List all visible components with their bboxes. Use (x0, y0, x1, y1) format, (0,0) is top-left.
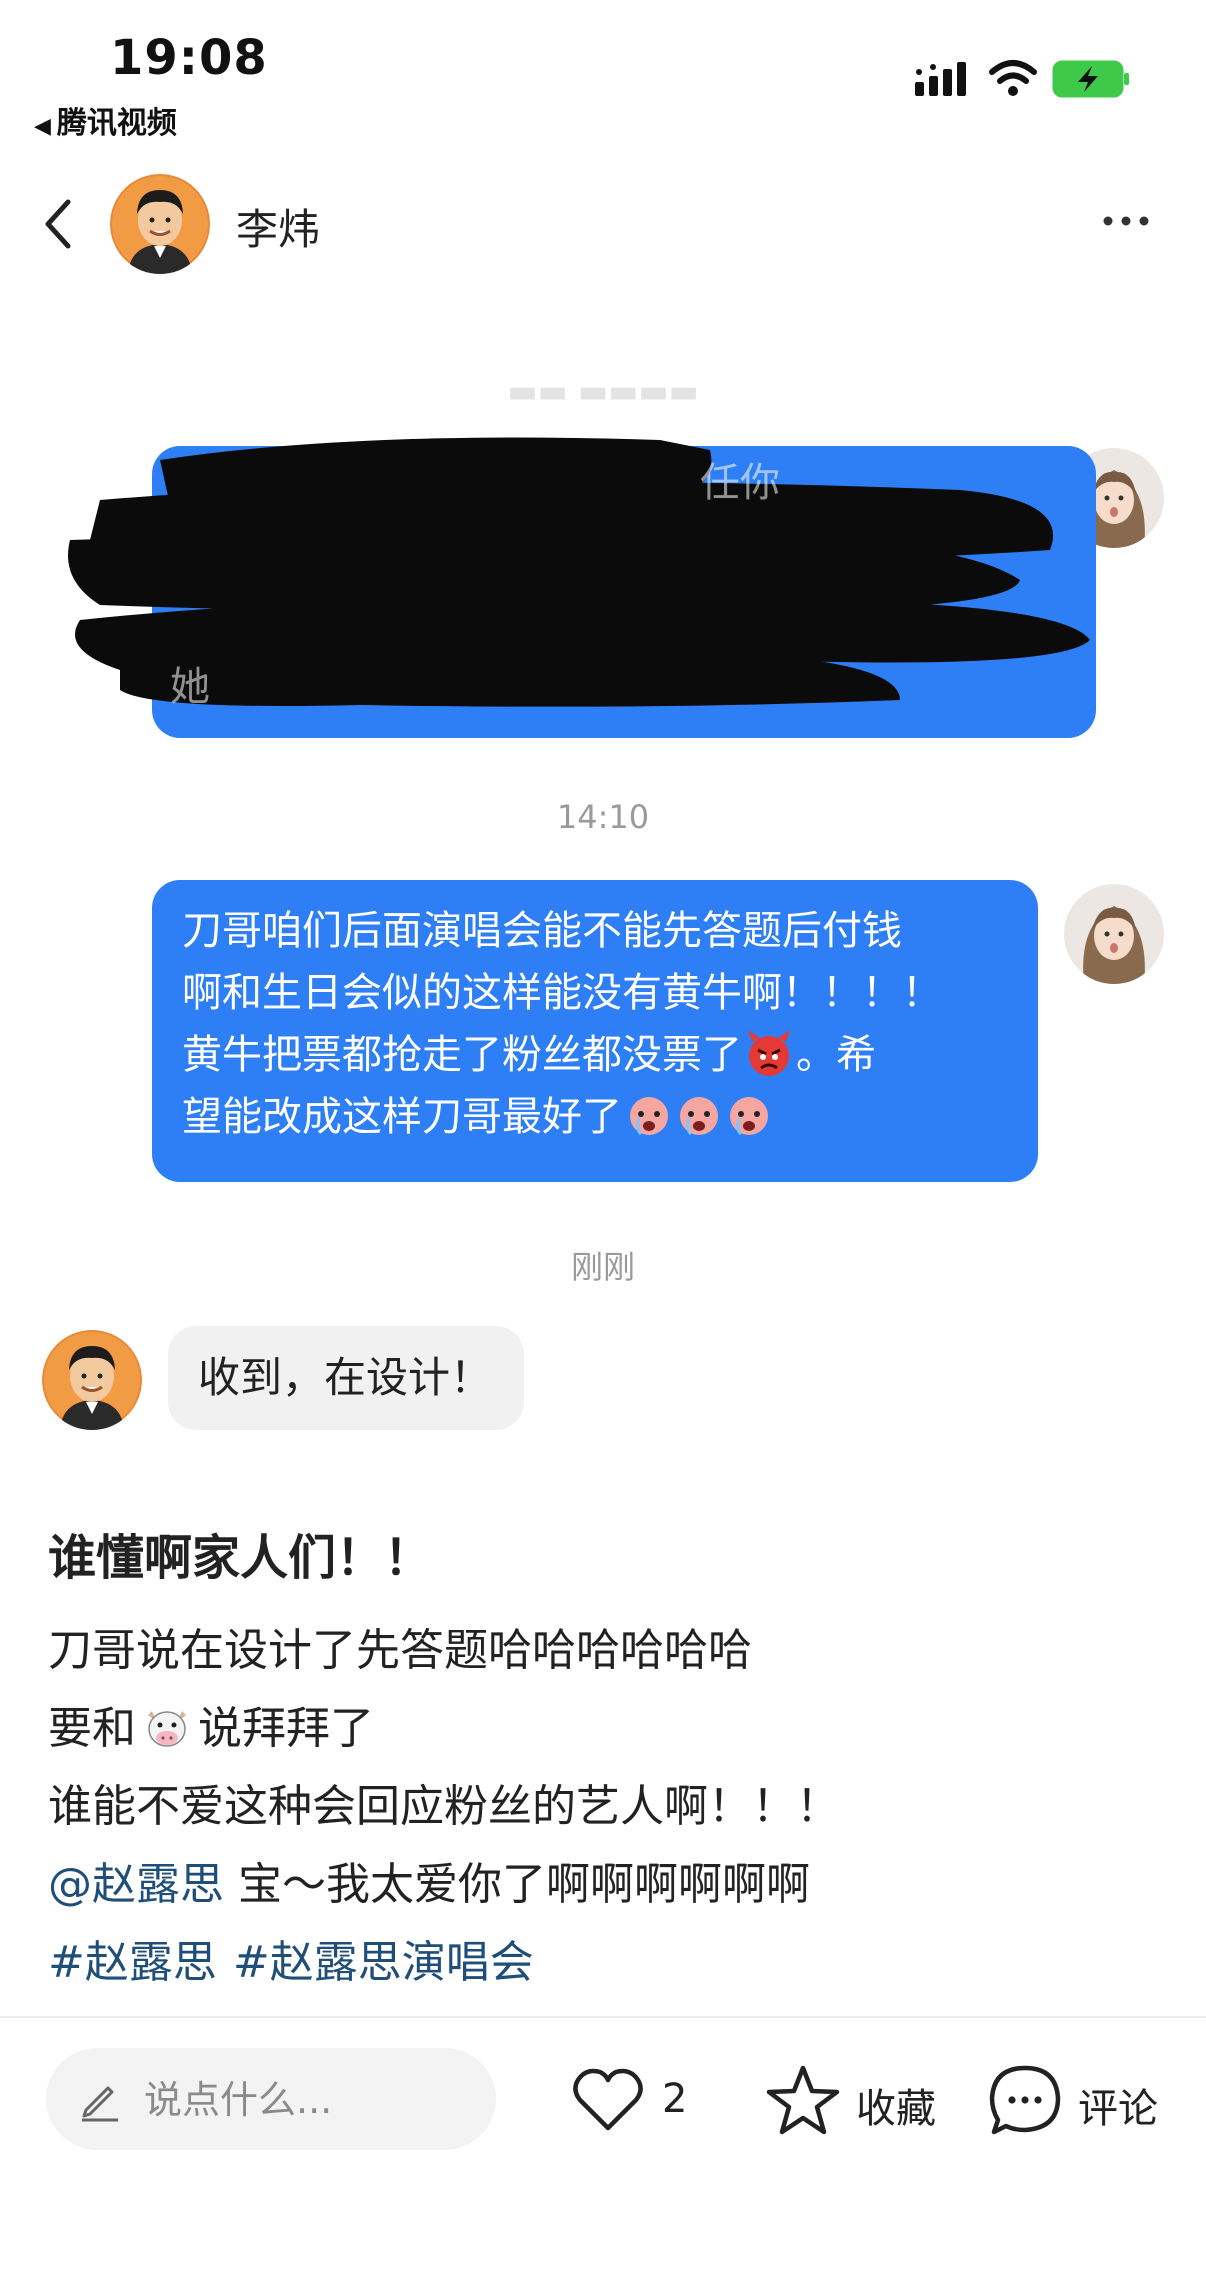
back-app-label: 腾讯视频 (56, 106, 177, 141)
message-line-text: 望能改成这样刀哥最好了 (182, 1094, 622, 1140)
contact-avatar[interactable] (42, 1330, 142, 1430)
mention-link[interactable]: @赵露思 (48, 1859, 224, 1910)
comment-input[interactable] (142, 2070, 476, 2130)
battery-charging-icon (1052, 60, 1129, 98)
message-line-tail: 。希 (796, 1032, 876, 1078)
signal-icon (915, 62, 966, 96)
crying-emoji (730, 1097, 768, 1136)
post-line-2-suffix: 说拜拜了 (198, 1703, 374, 1754)
contact-avatar[interactable] (110, 174, 210, 274)
status-time: 19:08 (110, 30, 268, 86)
back-to-app-link[interactable]: ◀ 腾讯视频 (34, 98, 177, 142)
post-line-4-rest: 宝～我太爱你了啊啊啊啊啊啊 (224, 1859, 810, 1910)
hashtag-link[interactable]: #赵露思 (48, 1937, 217, 1988)
message-line: 刀哥咱们后面演唱会能不能先答题后付钱 (182, 908, 902, 954)
cartoon-man-avatar-icon (110, 174, 210, 274)
chat-header: 李炜 (0, 170, 1206, 280)
contact-name: 李炜 (236, 205, 321, 254)
like-count: 2 (662, 2076, 688, 2122)
heart-icon (573, 2068, 643, 2131)
star-icon (766, 2065, 840, 2135)
post-line-2-prefix: 要和 (48, 1703, 136, 1754)
like-button[interactable]: 2 (570, 2058, 690, 2142)
post-title: 谁懂啊家人们！！ (48, 1530, 433, 1586)
cow-emoji (148, 1711, 186, 1747)
status-bar: 19:08 ◀ 腾讯视频 (0, 0, 1206, 150)
pencil-icon (82, 2086, 118, 2122)
redacted-fragment-1: 任你 (700, 460, 780, 506)
angry-devil-emoji (748, 1030, 790, 1076)
girl-avatar-icon (1064, 884, 1164, 984)
favorite-label: 收藏 (856, 2086, 936, 2132)
redacted-fragment-2: 她 (170, 664, 210, 710)
timestamp: 刚刚 (570, 1248, 635, 1286)
comment-label: 评论 (1078, 2086, 1158, 2132)
hashtag-row: #赵露思 #赵露思演唱会 (48, 1926, 550, 1990)
back-triangle-icon: ◀ (34, 114, 51, 139)
timestamp: 14:10 (556, 798, 650, 836)
sent-message-bubble[interactable]: 刀哥咱们后面演唱会能不能先答题后付钱 啊和生日会似的这样能没有黄牛啊！！！！ 黄… (152, 880, 1038, 1182)
message-line-text: 黄牛把票都抢走了粉丝都没票了 (182, 1032, 742, 1078)
favorite-button[interactable]: 收藏 (764, 2058, 944, 2142)
comment-button[interactable]: 评论 (986, 2058, 1166, 2142)
received-message-bubble[interactable]: 收到，在设计！ (168, 1326, 524, 1430)
faint-date-divider: ▬▬ ▬▬▬▬ (507, 372, 699, 410)
comment-input-box[interactable] (46, 2048, 496, 2150)
redacted-message: 任你 她 (60, 410, 1100, 750)
message-line: 啊和生日会似的这样能没有黄牛啊！！！！ (182, 970, 942, 1016)
post-line-2: 要和 说拜拜了 (48, 1692, 374, 1756)
more-dots-icon[interactable] (1100, 206, 1152, 236)
bottom-divider (0, 2016, 1206, 2018)
post-line-4: @赵露思 宝～我太爱你了啊啊啊啊啊啊 (48, 1848, 810, 1912)
hashtag-link[interactable]: #赵露思演唱会 (233, 1937, 534, 1988)
reply-text: 收到，在设计！ (198, 1353, 493, 1402)
post-line-1: 刀哥说在设计了先答题哈哈哈哈哈哈 (48, 1625, 752, 1676)
back-chevron-icon[interactable] (36, 192, 80, 256)
cartoon-man-avatar-icon (42, 1330, 142, 1430)
crying-emoji (680, 1097, 718, 1136)
crying-emoji-group (630, 1097, 768, 1136)
redaction-scribble: 任你 她 (68, 437, 1096, 738)
post-line-3: 谁能不爱这种会回应粉丝的艺人啊！！！ (48, 1781, 840, 1832)
wifi-icon (989, 60, 1037, 96)
crying-emoji (630, 1097, 668, 1136)
message-line: 望能改成这样刀哥最好了 (182, 1086, 1008, 1148)
message-line: 黄牛把票都抢走了粉丝都没票了 。希 (182, 1024, 1008, 1086)
self-avatar[interactable] (1064, 884, 1164, 984)
speech-bubble-icon (989, 2065, 1061, 2135)
